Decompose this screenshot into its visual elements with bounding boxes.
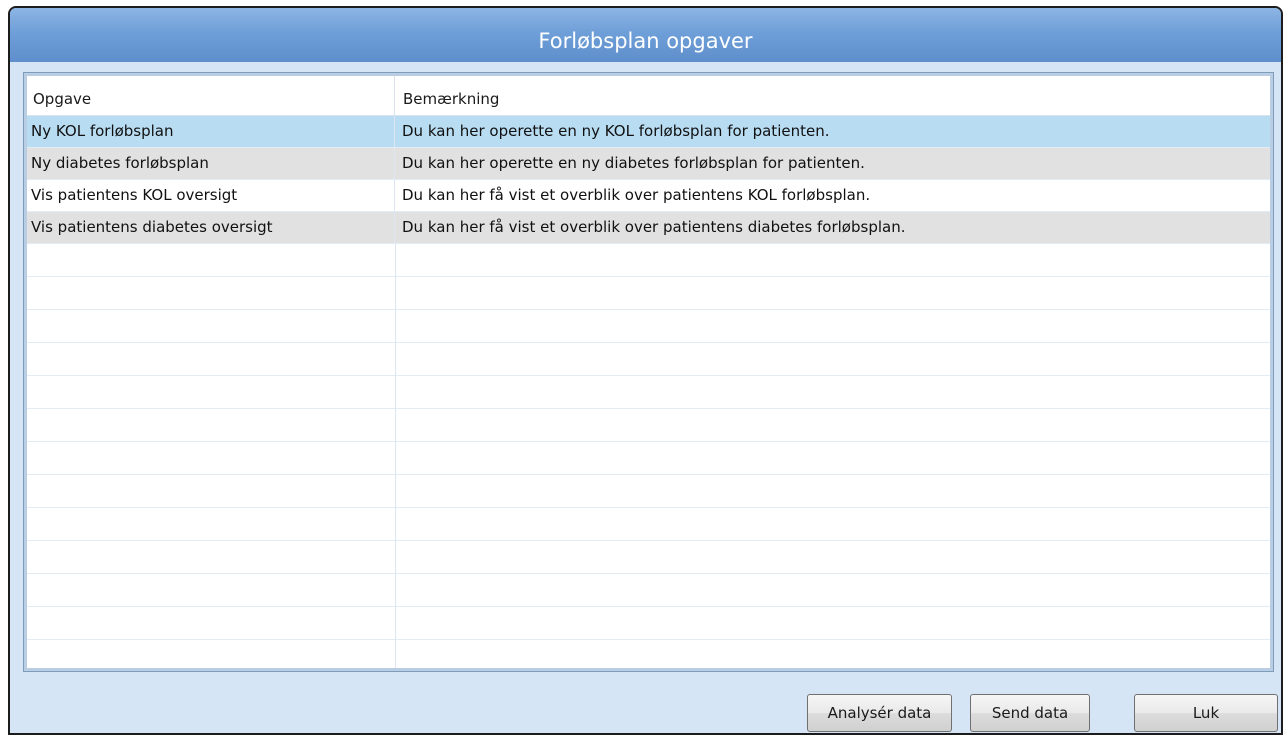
empty-grid-row [27, 376, 1270, 409]
empty-grid-row [27, 310, 1270, 343]
dialog-window: Forløbsplan opgaver Opgave Bemærkning Ny… [8, 6, 1283, 735]
note-cell: Du kan her operette en ny KOL forløbspla… [402, 122, 830, 140]
empty-grid-row [27, 343, 1270, 376]
send-data-button[interactable]: Send data [970, 694, 1090, 732]
task-cell: Ny KOL forløbsplan [27, 116, 395, 147]
empty-grid-row [27, 409, 1270, 442]
task-cell: Ny diabetes forløbsplan [27, 148, 395, 179]
empty-grid-row [27, 640, 1270, 668]
empty-grid-row [27, 607, 1270, 640]
grid-header: Opgave Bemærkning [27, 76, 1270, 116]
close-button[interactable]: Luk [1134, 694, 1278, 732]
empty-grid-row [27, 508, 1270, 541]
column-header-task[interactable]: Opgave [27, 76, 395, 115]
grid-rows: Ny KOL forløbsplan Du kan her operette e… [27, 116, 1270, 668]
table-row[interactable]: Ny diabetes forløbsplan Du kan her opere… [27, 148, 1270, 180]
empty-grid-row [27, 574, 1270, 607]
task-cell: Vis patientens KOL oversigt [27, 180, 395, 211]
note-cell: Du kan her operette en ny diabetes forlø… [402, 154, 865, 172]
column-header-note[interactable]: Bemærkning [395, 76, 1270, 115]
note-cell: Du kan her få vist et overblik over pati… [402, 218, 906, 236]
table-row[interactable]: Vis patientens KOL oversigt Du kan her f… [27, 180, 1270, 212]
empty-grid-row [27, 277, 1270, 310]
note-cell: Du kan her få vist et overblik over pati… [402, 186, 871, 204]
table-row[interactable]: Vis patientens diabetes oversigt Du kan … [27, 212, 1270, 244]
empty-grid-row [27, 475, 1270, 508]
task-cell: Vis patientens diabetes oversigt [27, 212, 395, 243]
analyse-data-button[interactable]: Analysér data [807, 694, 952, 732]
empty-grid-row [27, 244, 1270, 277]
empty-grid-row [27, 442, 1270, 475]
task-grid[interactable]: Opgave Bemærkning Ny KOL forløbsplan Du … [27, 76, 1270, 668]
table-row[interactable]: Ny KOL forløbsplan Du kan her operette e… [27, 116, 1270, 148]
title-bar: Forløbsplan opgaver [10, 8, 1281, 62]
window-title: Forløbsplan opgaver [538, 29, 753, 53]
empty-grid-row [27, 541, 1270, 574]
task-grid-frame: Opgave Bemærkning Ny KOL forløbsplan Du … [23, 72, 1274, 672]
